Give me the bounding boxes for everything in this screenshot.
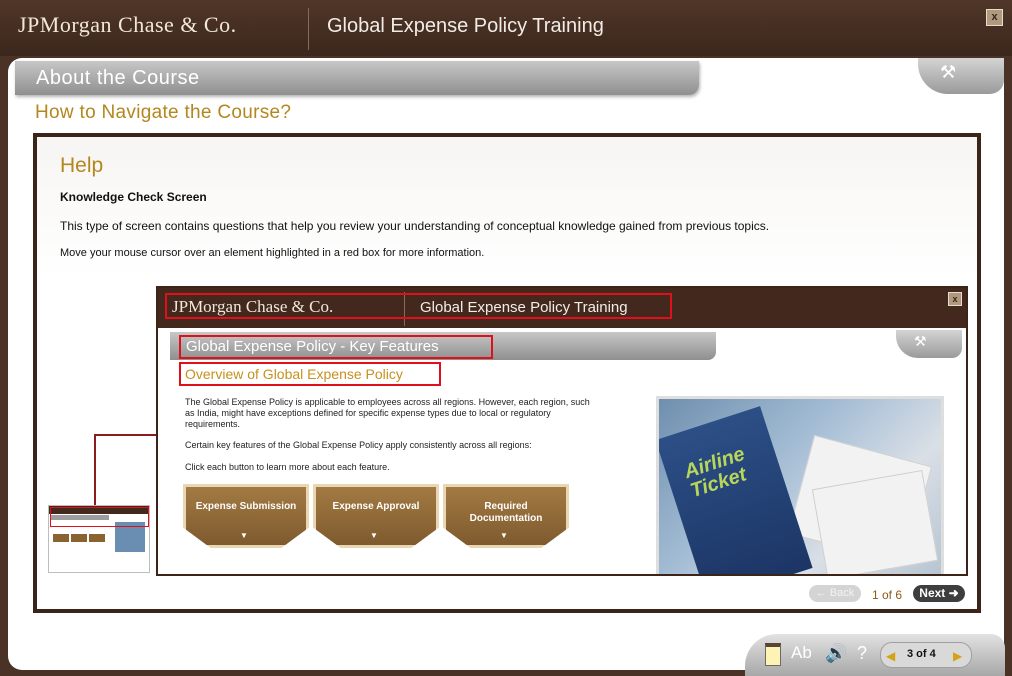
highlight-section-title[interactable] — [179, 335, 493, 359]
next-page-icon[interactable]: ▶ — [953, 649, 962, 663]
thumbnail-highlight — [50, 507, 149, 527]
airline-ticket-image: Airline Ticket — [656, 396, 944, 574]
page-counter: 1 of 6 — [872, 588, 903, 602]
sample-screen: JPMorgan Chase & Co. Global Expense Poli… — [156, 286, 968, 576]
back-button[interactable]: ← Back — [809, 585, 861, 602]
app-title: Global Expense Policy Training — [327, 15, 604, 37]
tools-tab[interactable]: ⚒ — [918, 58, 1004, 94]
connector-line — [94, 434, 158, 436]
next-button[interactable]: Next ➜ — [913, 585, 965, 602]
chevron-down-icon: ▼ — [240, 531, 248, 540]
bottom-toolbar: Ab 🔊 ? ◀ 3 of 4 ▶ — [745, 634, 1005, 676]
screen-name: Knowledge Check Screen — [60, 190, 207, 204]
header-bar: JPMorgan Chase & Co. Global Expense Poli… — [0, 0, 1012, 56]
sample-tools-tab: ⚒ — [896, 330, 962, 358]
text-size-button[interactable]: Ab — [791, 643, 812, 663]
sample-button-required-documentation: Required Documentation ▼ — [443, 484, 569, 548]
section-title: About the Course — [36, 67, 200, 89]
brand-logo: JPMorgan Chase & Co. — [18, 12, 237, 37]
connector-line — [94, 434, 96, 506]
help-title: Help — [60, 154, 104, 177]
sample-close-icon: x — [948, 292, 962, 306]
screen-description: This type of screen contains questions t… — [60, 219, 770, 233]
help-button[interactable]: ? — [857, 643, 867, 664]
chevron-down-icon: ▼ — [500, 531, 508, 540]
highlight-sub-heading[interactable] — [179, 362, 441, 386]
chevron-down-icon: ▼ — [370, 531, 378, 540]
section-tab: About the Course — [15, 61, 699, 95]
ticket-graphic: Airline Ticket — [659, 406, 813, 574]
sample-paragraph: Click each button to learn more about ea… — [185, 462, 390, 472]
page-navigator: ◀ 3 of 4 ▶ — [880, 642, 972, 668]
highlight-header[interactable] — [165, 293, 672, 319]
arrow-right-icon: ➜ — [945, 586, 959, 600]
hover-hint: Move your mouse cursor over an element h… — [60, 247, 485, 259]
audio-icon[interactable]: 🔊 — [825, 643, 847, 664]
sample-tools-icon: ⚒ — [914, 333, 927, 349]
notes-icon[interactable] — [765, 643, 781, 666]
sample-button-expense-submission: Expense Submission ▼ — [183, 484, 309, 548]
close-button[interactable]: x — [986, 9, 1003, 26]
prev-page-icon[interactable]: ◀ — [886, 649, 895, 663]
sample-button-expense-approval: Expense Approval ▼ — [313, 484, 439, 548]
tools-icon[interactable]: ⚒ — [940, 62, 956, 83]
screen-thumbnail — [48, 505, 150, 573]
sample-paragraph: Certain key features of the Global Expen… — [185, 440, 532, 450]
arrow-left-icon: ← — [815, 587, 830, 599]
page-title: How to Navigate the Course? — [35, 102, 292, 123]
page-indicator: 3 of 4 — [907, 648, 936, 660]
header-divider — [308, 8, 309, 50]
sample-paragraph: The Global Expense Policy is applicable … — [185, 397, 590, 429]
